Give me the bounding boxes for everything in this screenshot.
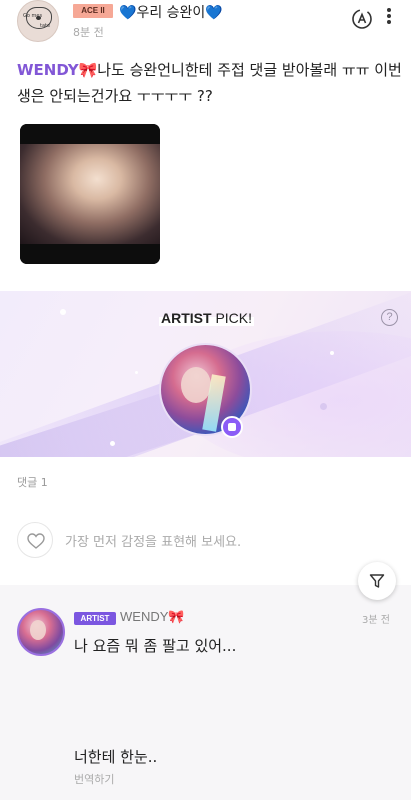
comment-avatar[interactable] — [17, 608, 65, 656]
heart-icon: 💙 — [119, 5, 137, 21]
emotion-prompt[interactable]: 가장 먼저 감정을 표현해 보세요. — [17, 522, 397, 558]
artist-pick-title: ARTIST PICK! — [159, 310, 255, 326]
translate-link[interactable]: 번역하기 — [74, 771, 114, 787]
author-name-text: 우리 승완이 — [136, 5, 206, 21]
post-image[interactable] — [20, 124, 160, 264]
comment-count: 댓글 1 — [17, 476, 48, 489]
more-options-button[interactable] — [384, 6, 394, 30]
artist-badge-icon — [221, 416, 243, 438]
translate-icon — [352, 9, 372, 29]
more-vertical-icon — [387, 8, 391, 12]
post-body: WENDY🎀나도 승완언니한테 주접 댓글 받아볼래 ㅠㅠ 이번 생은 안되는건… — [17, 57, 402, 109]
comment-author[interactable]: WENDY🎀 — [120, 609, 185, 625]
avatar-text: Go mes — [23, 13, 43, 19]
author-avatar[interactable]: Go mes tate — [17, 0, 59, 42]
emotion-button[interactable] — [17, 522, 53, 558]
artist-tag: ARTIST — [74, 612, 116, 625]
translate-button[interactable] — [350, 7, 374, 31]
post-time: 8분 전 — [73, 26, 104, 39]
help-icon[interactable]: ? — [381, 309, 398, 326]
avatar-text: tate — [40, 23, 51, 29]
comment-text: 나 요즘 뭐 좀 팔고 있어... — [74, 637, 237, 655]
mention-link[interactable]: WENDY🎀 — [17, 61, 97, 79]
grade-badge: ACE II — [73, 4, 113, 18]
comment-text-continued: 너한테 한눈.. — [74, 748, 158, 766]
filter-icon — [369, 574, 385, 588]
post-photo — [20, 144, 160, 244]
comment-time: 3분 전 — [362, 615, 390, 626]
heart-icon: 💙 — [205, 5, 223, 21]
comment-list — [0, 585, 411, 800]
author-name[interactable]: 💙우리 승완이💙 — [119, 2, 223, 22]
emotion-placeholder: 가장 먼저 감정을 표현해 보세요. — [65, 535, 242, 550]
heart-outline-icon — [27, 533, 45, 549]
filter-button[interactable] — [358, 562, 396, 600]
post-header: Go mes tate ACE II 💙우리 승완이💙 8분 전 — [0, 0, 411, 42]
artist-pick-banner: ARTIST PICK! ? — [0, 291, 411, 457]
